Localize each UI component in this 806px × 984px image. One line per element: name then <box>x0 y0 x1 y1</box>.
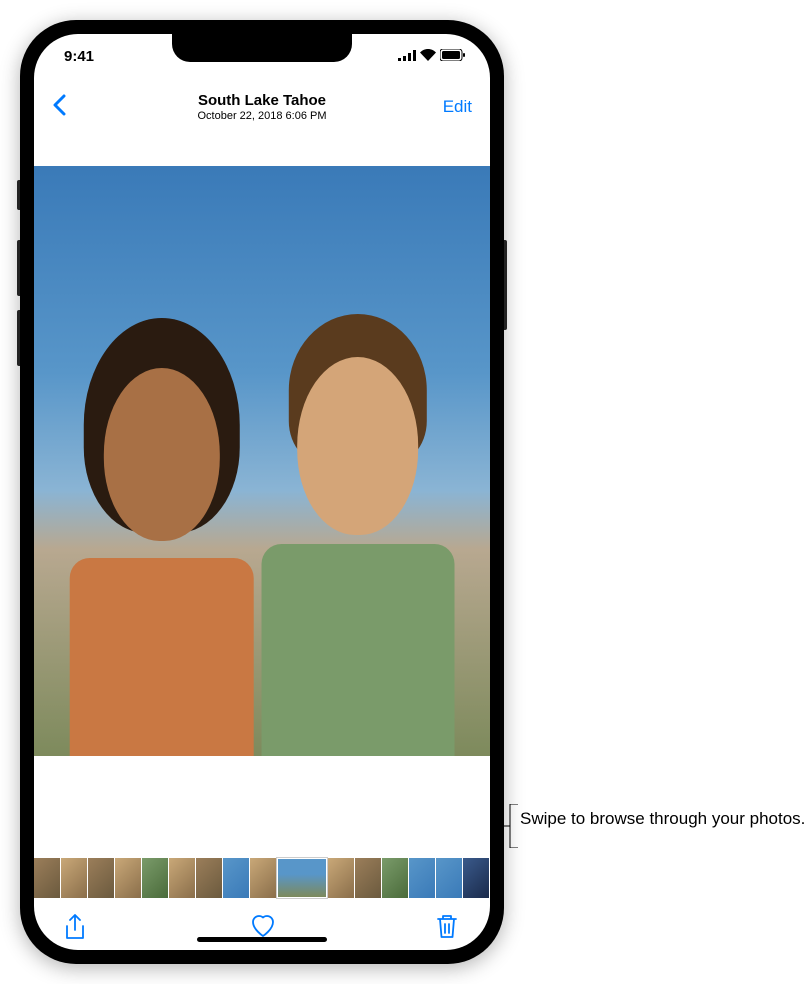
thumbnail[interactable] <box>61 858 87 898</box>
thumbnail[interactable] <box>463 858 489 898</box>
screen: 9:41 South Lake Tahoe October 22, 2018 6… <box>34 34 490 950</box>
thumbnail[interactable] <box>223 858 249 898</box>
thumbnail-filmstrip[interactable] <box>34 854 490 902</box>
delete-button[interactable] <box>436 914 460 938</box>
thumbnail[interactable] <box>436 858 462 898</box>
edit-button[interactable]: Edit <box>443 97 472 117</box>
callout-bracket <box>504 804 518 848</box>
thumbnail[interactable] <box>328 858 354 898</box>
thumbnail-current[interactable] <box>277 858 327 898</box>
thumbnail[interactable] <box>34 858 60 898</box>
thumbnail[interactable] <box>115 858 141 898</box>
nav-bar: South Lake Tahoe October 22, 2018 6:06 P… <box>34 78 490 136</box>
thumbnail[interactable] <box>409 858 435 898</box>
thumbnail[interactable] <box>88 858 114 898</box>
thumbnail[interactable] <box>169 858 195 898</box>
wifi-icon <box>420 48 436 65</box>
back-button[interactable] <box>52 93 66 121</box>
thumbnail[interactable] <box>382 858 408 898</box>
status-time: 9:41 <box>64 48 94 65</box>
volume-up-button <box>17 240 20 296</box>
thumbnail[interactable] <box>142 858 168 898</box>
photo-subject <box>61 343 262 756</box>
callout-text: Swipe to browse through your photos. <box>520 808 805 831</box>
iphone-frame: 9:41 South Lake Tahoe October 22, 2018 6… <box>20 20 504 964</box>
volume-down-button <box>17 310 20 366</box>
title-block: South Lake Tahoe October 22, 2018 6:06 P… <box>197 92 326 122</box>
photo-subject <box>253 331 463 756</box>
bottom-toolbar <box>34 902 490 950</box>
thumbnail[interactable] <box>196 858 222 898</box>
power-button <box>504 240 507 330</box>
share-button[interactable] <box>64 914 88 938</box>
thumbnail[interactable] <box>250 858 276 898</box>
photo-image <box>34 166 490 756</box>
battery-icon <box>440 48 466 65</box>
mute-switch <box>17 180 20 210</box>
notch <box>172 34 352 62</box>
cellular-icon <box>398 48 416 65</box>
location-title: South Lake Tahoe <box>197 92 326 109</box>
status-indicators <box>398 48 466 65</box>
home-indicator[interactable] <box>197 937 327 942</box>
favorite-button[interactable] <box>250 914 274 938</box>
main-photo-area[interactable] <box>34 166 490 854</box>
date-subtitle: October 22, 2018 6:06 PM <box>197 110 326 122</box>
thumbnail[interactable] <box>355 858 381 898</box>
